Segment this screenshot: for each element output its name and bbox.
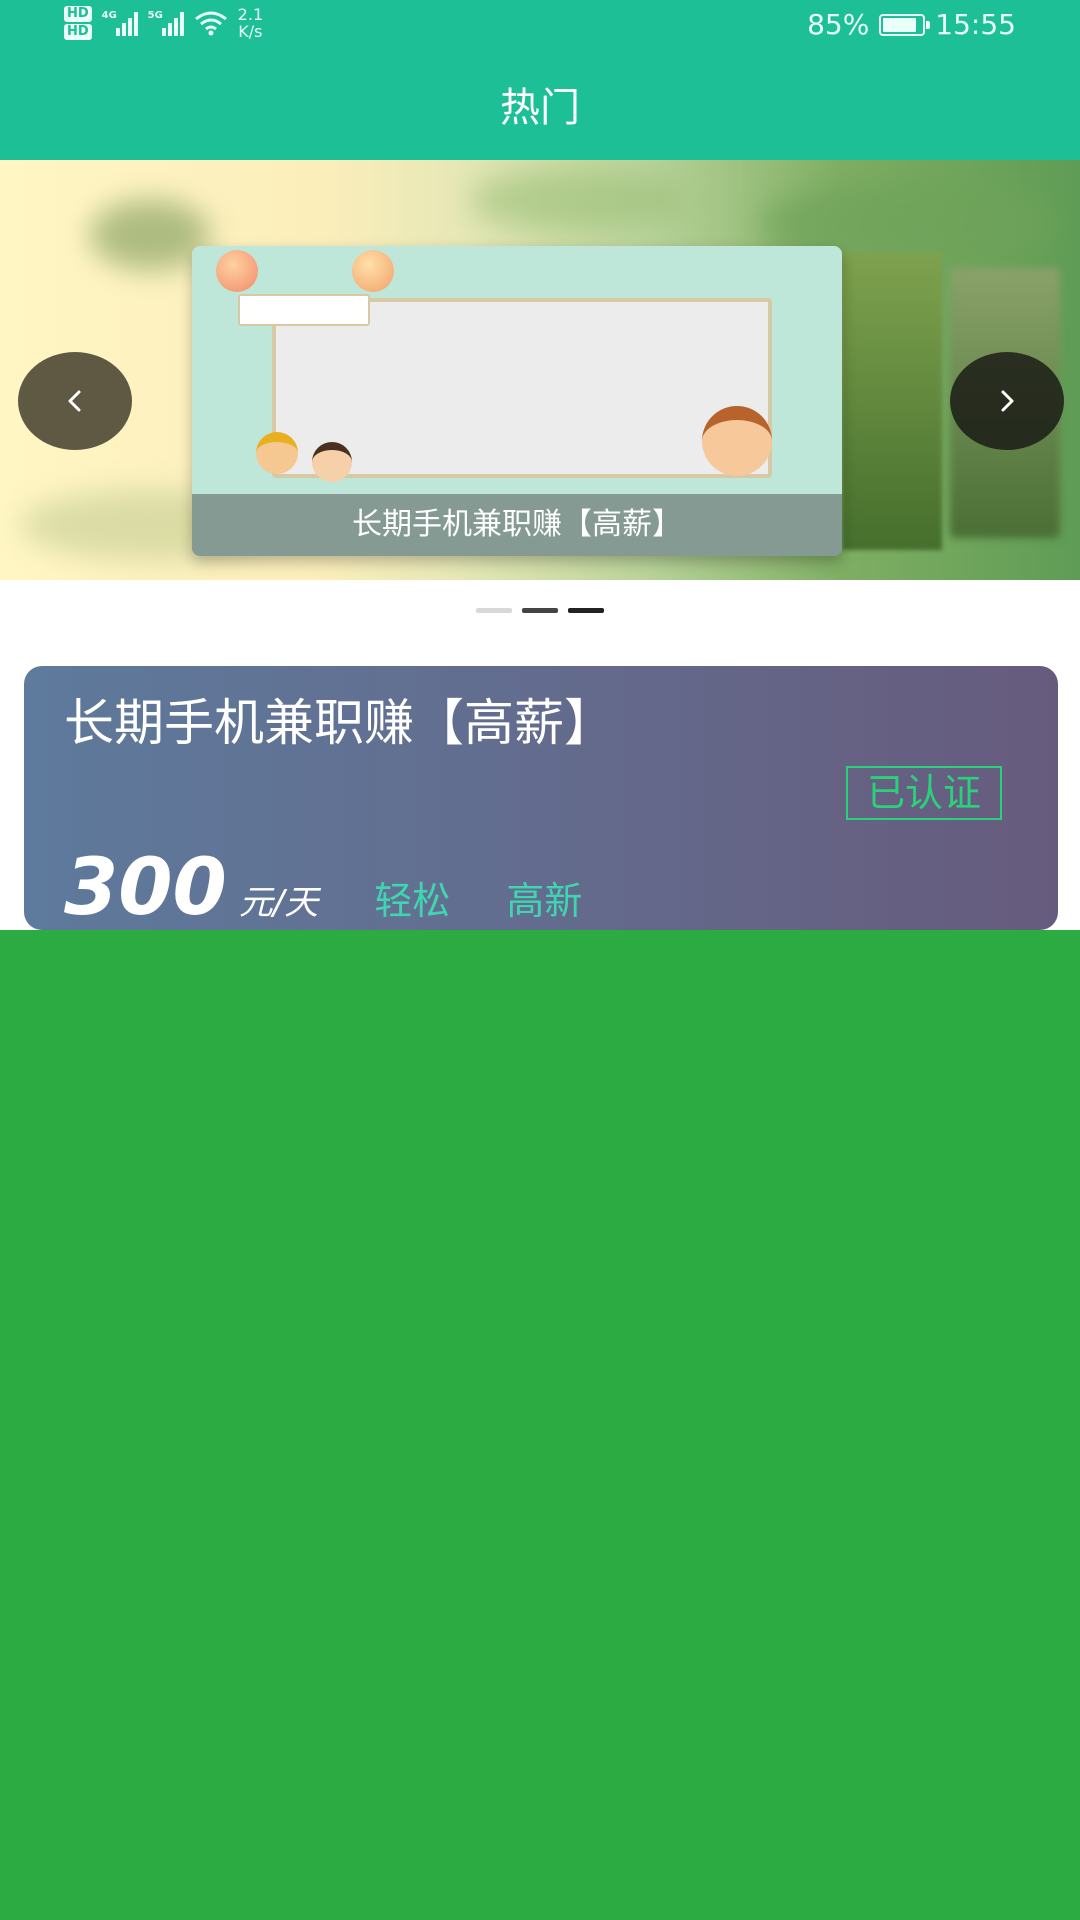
network-speed-value: 2.1 bbox=[237, 5, 264, 24]
balloon-illustration bbox=[352, 250, 394, 292]
network-speed: 2.1 K/s bbox=[238, 6, 263, 40]
chevron-left-icon bbox=[68, 390, 81, 412]
job-card[interactable]: 长期手机兼职赚【高薪】 已认证 300 元/天 轻松 高新 bbox=[24, 666, 1058, 930]
salary-amount: 300 bbox=[64, 843, 227, 930]
hd-badges: HD HD bbox=[64, 6, 92, 40]
kid-illustration bbox=[256, 432, 298, 474]
carousel-next-button[interactable] bbox=[950, 352, 1064, 450]
next-slide-preview bbox=[842, 252, 942, 550]
verified-badge: 已认证 bbox=[846, 766, 1002, 820]
status-left: HD HD 4G 5G 2.1 K/s bbox=[64, 6, 263, 40]
network-generation: 5G bbox=[147, 10, 163, 21]
hd-badge: HD bbox=[64, 24, 92, 40]
carousel-dot[interactable] bbox=[476, 608, 512, 613]
slide-caption: 长期手机兼职赚【高薪】 bbox=[192, 494, 842, 556]
page-title: 热门 bbox=[500, 85, 580, 131]
signal-icon: 5G bbox=[148, 10, 184, 36]
app-header: HD HD 4G 5G 2.1 K/s 85% 15:55 热门 bbox=[0, 0, 1080, 160]
signal-icon: 4G bbox=[102, 10, 138, 36]
status-right: 85% 15:55 bbox=[807, 8, 1016, 41]
wifi-icon bbox=[194, 11, 227, 36]
battery-icon bbox=[879, 13, 931, 36]
job-title: 长期手机兼职赚【高薪】 bbox=[64, 694, 614, 752]
carousel-dot-active[interactable] bbox=[568, 608, 604, 613]
chevron-right-icon bbox=[1001, 390, 1014, 412]
job-tag: 高新 bbox=[506, 879, 583, 923]
carousel-indicator bbox=[0, 608, 1080, 613]
kid-illustration bbox=[312, 442, 352, 482]
content-placeholder-area bbox=[0, 930, 1080, 1920]
battery-percent: 85% bbox=[807, 8, 870, 41]
carousel-dot[interactable] bbox=[522, 608, 558, 613]
hd-badge: HD bbox=[64, 6, 92, 22]
status-bar: HD HD 4G 5G 2.1 K/s 85% 15:55 bbox=[0, 0, 1080, 52]
balloon-illustration bbox=[216, 250, 258, 292]
kid-illustration bbox=[702, 406, 772, 476]
banner-slide[interactable]: 长期手机兼职赚【高薪】 bbox=[192, 246, 842, 556]
banner-carousel[interactable]: 长期手机兼职赚【高薪】 bbox=[0, 160, 1080, 580]
salary-row: 300 元/天 轻松 高新 bbox=[64, 848, 582, 928]
network-generation: 4G bbox=[101, 10, 117, 21]
salary-unit: 元/天 bbox=[238, 883, 319, 923]
carousel-prev-button[interactable] bbox=[18, 352, 132, 450]
clock: 15:55 bbox=[935, 8, 1016, 41]
slide-illustration-tag bbox=[238, 294, 370, 326]
battery-fill bbox=[883, 17, 916, 32]
job-tag: 轻松 bbox=[374, 879, 451, 923]
network-speed-unit: K/s bbox=[238, 22, 263, 41]
